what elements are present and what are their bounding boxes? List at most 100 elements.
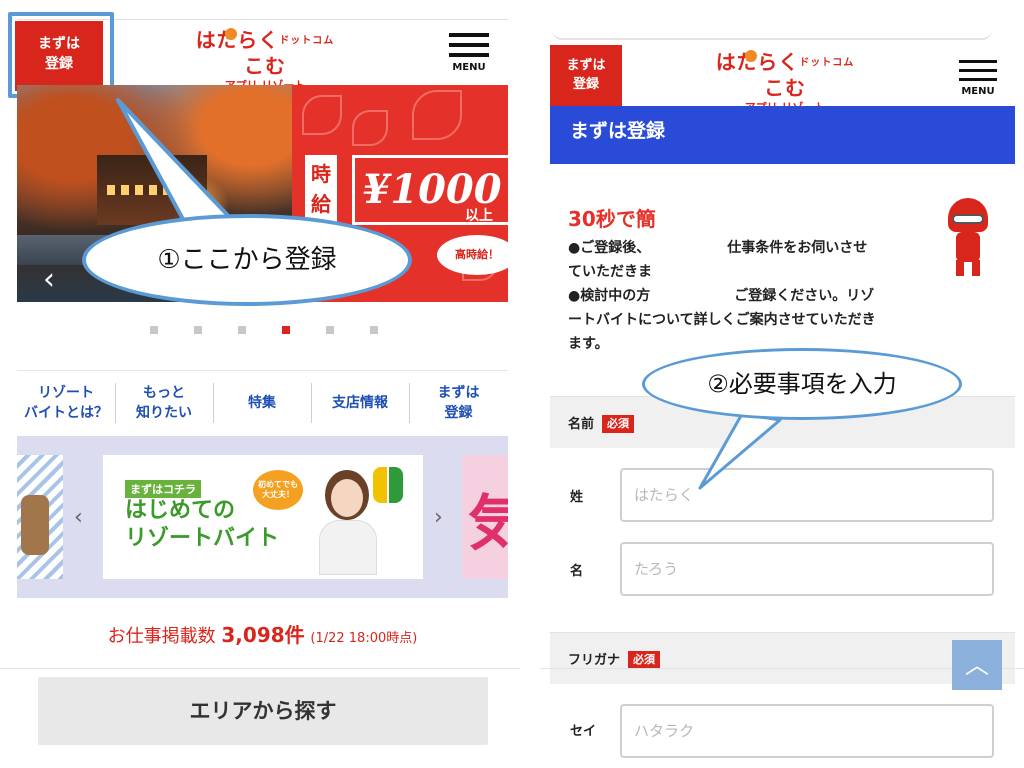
mei-label: 名 (570, 564, 584, 579)
carousel-dot-active[interactable] (282, 326, 290, 334)
intro-line: ます。 (568, 336, 609, 352)
intro-line: ●ご登録後、 仕事条件をお伺いさせ (568, 240, 868, 256)
quick-nav: リゾート バイトとは？ もっと 知りたい 特集 支店情報 まずは 登録 (17, 370, 508, 435)
nav-item-label: 登録 (444, 405, 473, 421)
section-furigana-header: フリガナ 必須 (550, 632, 1015, 684)
logo-main-text: はたらくドットコムこむ (715, 50, 855, 100)
divider (0, 668, 520, 669)
right-menu-button[interactable]: MENU (957, 60, 999, 100)
section-label: フリガナ 必須 (568, 649, 661, 669)
section-name-header: 名前 必須 (550, 396, 1015, 448)
right-top-edge (552, 30, 992, 40)
job-count-time: (1/22 18:00時点) (310, 631, 418, 646)
page-title: まずは登録 (550, 106, 1015, 164)
logo-main-text: はたらくドットコムこむ (195, 28, 335, 78)
carousel-dot[interactable] (150, 326, 158, 334)
leaf-decoration (302, 95, 342, 135)
nav-item-motto-shiritai[interactable]: もっと 知りたい (115, 381, 213, 425)
menu-label: MENU (961, 86, 995, 97)
hero-prev-arrow-icon[interactable]: ‹ (43, 265, 55, 295)
model-body (319, 520, 377, 575)
model-face (331, 479, 363, 517)
job-count-prefix: お仕事掲載数 (107, 626, 216, 647)
nav-item-label: バイトとは？ (24, 405, 108, 421)
banner-bubble-text: 初めてでも (258, 480, 298, 489)
banner-kochira-tag: まずはコチラ (125, 480, 201, 498)
nav-item-label: リゾート (38, 385, 94, 401)
banner-bubble-text: 大丈夫！ (262, 490, 294, 499)
intro-line: ●検討中の方 ご登録ください。リゾ (568, 288, 875, 304)
intro-text: ●ご登録後、 仕事条件をお伺いさせ ていただきま ●検討中の方 ご登録ください。… (568, 236, 928, 356)
menu-label: MENU (452, 62, 486, 73)
banner-side-right[interactable]: 気 (462, 455, 508, 579)
search-by-area-button[interactable]: エリアから探す (38, 677, 488, 745)
beginner-mark-icon (373, 467, 405, 507)
logo-mascot-icon (744, 50, 757, 62)
intro-line: ていただきま (568, 264, 652, 280)
hamburger-icon (449, 33, 489, 37)
banner-speech-bubble: 初めてでも 大丈夫！ (253, 470, 303, 510)
banner-prev-icon[interactable]: ‹ (74, 505, 83, 530)
right-logo[interactable]: はたらくドットコムこむ アプリ リゾート (710, 50, 860, 114)
nav-item-label: まずは (437, 385, 480, 401)
sei-input[interactable] (620, 468, 994, 522)
mascot-image (940, 198, 998, 278)
nav-item-register[interactable]: まずは 登録 (409, 381, 508, 425)
right-register-button[interactable]: まずは 登録 (550, 45, 622, 106)
sei-kana-label: セイ (570, 724, 597, 739)
scroll-to-top-button[interactable]: ︿ (952, 640, 1002, 690)
sei-kana-input[interactable] (620, 704, 994, 758)
banner-next-icon[interactable]: › (434, 505, 443, 530)
hamburger-bar (959, 69, 997, 72)
carousel-dot[interactable] (238, 326, 246, 334)
carousel-dots (150, 326, 380, 336)
carousel-dot[interactable] (194, 326, 202, 334)
hamburger-bar (449, 43, 489, 47)
carousel-dot[interactable] (370, 326, 378, 334)
intro-line: ートバイトについて詳しくご案内させていただき (568, 312, 876, 328)
hero-house (97, 155, 207, 225)
logo-mascot-icon (224, 28, 237, 40)
mascot-leg (972, 260, 980, 276)
job-count-number: 3,098件 (221, 623, 305, 647)
mascot-goggle (952, 214, 984, 224)
nav-item-label: もっと (143, 385, 185, 401)
nav-item-tokushu[interactable]: 特集 (213, 381, 311, 425)
nav-item-resort-baito[interactable]: リゾート バイトとは？ (17, 381, 115, 425)
hero-jikyu: 時 給 (305, 155, 337, 223)
hero-badge: 高時給！ (437, 235, 508, 275)
hamburger-icon (959, 60, 997, 63)
banner-first-resort-baito[interactable]: まずはコチラ はじめての リゾートバイト 初めてでも 大丈夫！ (103, 455, 423, 579)
section-label-text: 名前 (568, 417, 595, 432)
required-badge: 必須 (628, 651, 661, 669)
leaf-decoration (412, 90, 462, 140)
nav-item-label: 知りたい (136, 405, 192, 421)
register-button-line1: まずは (566, 58, 606, 73)
jikyu-char: 時 (311, 162, 331, 186)
screenshot-root: まずは 登録 はたらくドットコムこむ アプリ リゾート MENU 時 給 ¥10… (0, 0, 1024, 768)
left-logo[interactable]: はたらくドットコムこむ アプリ リゾート (190, 28, 340, 92)
nav-item-shiten[interactable]: 支店情報 (311, 381, 409, 425)
section-label: 名前 必須 (568, 413, 635, 433)
hamburger-bar (449, 53, 489, 57)
jikyu-char: 給 (311, 192, 331, 216)
nav-item-label: 支店情報 (332, 395, 388, 411)
leaf-decoration (352, 110, 388, 146)
left-menu-button[interactable]: MENU (448, 33, 490, 75)
banner-side-left[interactable] (17, 455, 63, 579)
register-button-line2: 登録 (572, 77, 599, 92)
mascot-leg (956, 260, 964, 276)
hamburger-bar (959, 78, 997, 81)
mascot-body (956, 232, 980, 262)
job-count: お仕事掲載数 3,098件 (1/22 18:00時点) (17, 620, 508, 654)
banner-side-glyph: 気 (468, 489, 508, 559)
intro-heading: 30秒で簡 (568, 207, 656, 231)
banner-title-line2: リゾートバイト (125, 526, 280, 551)
sei-label: 姓 (570, 490, 584, 505)
section-label-text: フリガナ (568, 653, 621, 668)
nav-item-label: 特集 (248, 395, 276, 411)
carousel-dot[interactable] (326, 326, 334, 334)
callout-register-here: ①ここから登録 (82, 214, 412, 306)
hero-ijo: 以上 (465, 208, 493, 224)
mei-input[interactable] (620, 542, 994, 596)
